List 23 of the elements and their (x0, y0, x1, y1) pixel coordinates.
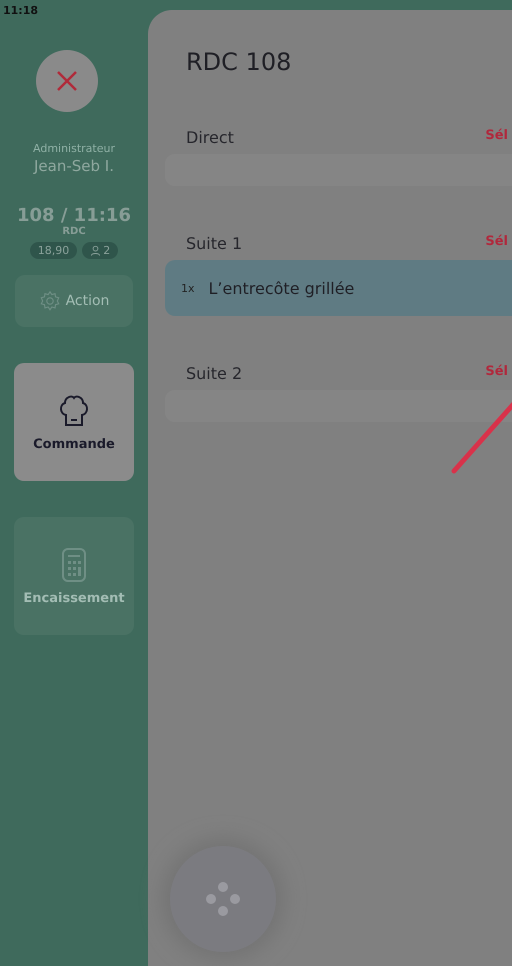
status-time: 11:18 (3, 4, 38, 19)
gear-icon (38, 290, 61, 312)
nav-button[interactable]: Commande (14, 363, 134, 481)
amount-badge: 18,90 (30, 242, 78, 259)
select-link[interactable]: Sél (485, 128, 508, 154)
chef-hat-icon (57, 392, 91, 428)
select-link[interactable]: Sél (485, 234, 508, 260)
nav-button[interactable]: Encaissement (14, 517, 134, 635)
person-icon (90, 245, 102, 256)
calculator-icon (61, 546, 87, 582)
area-label: RDC (62, 226, 86, 237)
section-title: Suite 1 (186, 234, 242, 255)
section-title: Suite 2 (186, 364, 242, 385)
user-role: Administrateur (33, 142, 115, 155)
user-name: Jean-Seb I. (34, 157, 114, 175)
guests-badge: 2 (82, 242, 118, 259)
section-title: Direct (186, 128, 234, 149)
action-button[interactable]: Action (15, 275, 133, 327)
order-item[interactable]: 1x L’entrecôte grillée (165, 260, 512, 316)
select-link[interactable]: Sél (485, 364, 508, 390)
panel-title: RDC 108 (186, 48, 292, 76)
dots-icon (203, 879, 243, 919)
table-time: 108 / 11:16 (17, 205, 131, 226)
